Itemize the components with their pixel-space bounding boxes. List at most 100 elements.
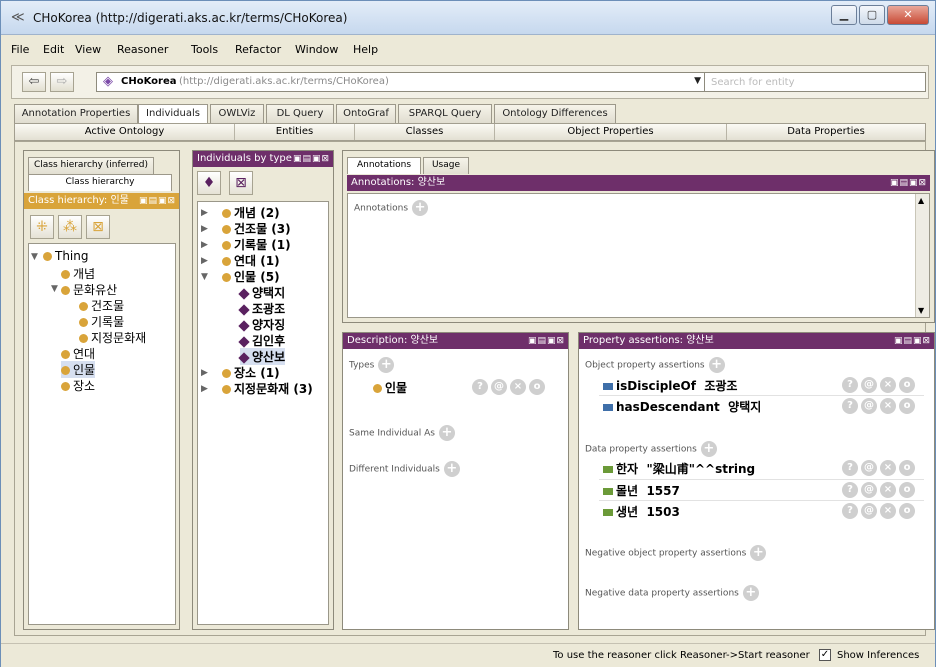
add-same-individual-icon[interactable]: + bbox=[438, 425, 455, 441]
edit-icon[interactable]: o bbox=[529, 379, 545, 395]
delete-icon[interactable]: × bbox=[880, 398, 896, 414]
expand-thing-icon[interactable]: ▼ bbox=[31, 252, 38, 262]
subtab-active-ontology[interactable]: Active Ontology bbox=[15, 124, 235, 140]
edit-icon[interactable]: o bbox=[899, 482, 915, 498]
subtab-data-properties[interactable]: Data Properties bbox=[727, 124, 925, 140]
annotate-icon[interactable]: @ bbox=[861, 460, 877, 476]
data-assertion-row[interactable]: 생년 1503 bbox=[603, 503, 680, 520]
type-group-period[interactable]: 연대 (1) bbox=[222, 252, 280, 269]
edit-icon[interactable]: o bbox=[899, 460, 915, 476]
class-node-thing[interactable]: Thing bbox=[43, 249, 89, 263]
explain-icon[interactable]: ? bbox=[472, 379, 488, 395]
expand-group-icon[interactable]: ▶ bbox=[201, 208, 208, 218]
menu-edit[interactable]: Edit bbox=[43, 43, 64, 56]
tab-class-hierarchy[interactable]: Class hierarchy bbox=[28, 174, 172, 191]
edit-icon[interactable]: o bbox=[899, 398, 915, 414]
back-button[interactable]: ⇦ bbox=[22, 72, 46, 92]
class-node-record[interactable]: 기록물 bbox=[79, 313, 124, 330]
tab-usage[interactable]: Usage bbox=[423, 157, 469, 174]
subtab-classes[interactable]: Classes bbox=[355, 124, 495, 140]
tab-dl-query[interactable]: DL Query bbox=[266, 104, 334, 123]
expand-group-icon[interactable]: ▶ bbox=[201, 256, 208, 266]
type-group-record[interactable]: 기록물 (1) bbox=[222, 236, 291, 253]
scroll-down-icon[interactable]: ▼ bbox=[918, 306, 924, 315]
menu-refactor[interactable]: Refactor bbox=[235, 43, 281, 56]
panel-controls-icon[interactable]: ▣▤▣⊠ bbox=[890, 175, 927, 191]
add-annotation-icon[interactable]: + bbox=[412, 200, 429, 216]
collapse-group-icon[interactable]: ▼ bbox=[201, 272, 208, 282]
show-inferences-checkbox[interactable]: ✓ bbox=[819, 649, 831, 661]
individual-item-selected[interactable]: 양산보 bbox=[238, 348, 286, 365]
add-sibling-button[interactable]: ⁂ bbox=[58, 215, 82, 239]
object-assertion-row[interactable]: hasDescendant 양택지 bbox=[603, 398, 761, 415]
class-node-designated-heritage[interactable]: 지정문화재 bbox=[79, 329, 146, 346]
expand-heritage-icon[interactable]: ▼ bbox=[51, 284, 58, 294]
subtab-object-properties[interactable]: Object Properties bbox=[495, 124, 727, 140]
scroll-up-icon[interactable]: ▲ bbox=[918, 196, 924, 205]
close-button[interactable]: ✕ bbox=[887, 5, 929, 25]
edit-icon[interactable]: o bbox=[899, 503, 915, 519]
annotate-icon[interactable]: @ bbox=[861, 482, 877, 498]
explain-icon[interactable]: ? bbox=[842, 482, 858, 498]
type-group-person[interactable]: 인물 (5) bbox=[222, 268, 280, 285]
individual-item[interactable]: 조광조 bbox=[238, 300, 285, 317]
menu-view[interactable]: View bbox=[75, 43, 101, 56]
subtab-entities[interactable]: Entities bbox=[235, 124, 355, 140]
delete-icon[interactable]: × bbox=[880, 460, 896, 476]
add-data-assertion-icon[interactable]: + bbox=[700, 441, 717, 457]
annotate-icon[interactable]: @ bbox=[861, 398, 877, 414]
add-subclass-button[interactable]: ⁜ bbox=[30, 215, 54, 239]
delete-icon[interactable]: × bbox=[880, 377, 896, 393]
data-assertion-row[interactable]: 한자 "梁山甫"^^string bbox=[603, 460, 755, 477]
delete-icon[interactable]: × bbox=[510, 379, 526, 395]
type-group-concept[interactable]: 개념 (2) bbox=[222, 204, 280, 221]
menu-reasoner[interactable]: Reasoner bbox=[117, 43, 168, 56]
individual-item[interactable]: 양택지 bbox=[238, 284, 285, 301]
individual-item[interactable]: 김인후 bbox=[238, 332, 285, 349]
annotate-icon[interactable]: @ bbox=[861, 503, 877, 519]
explain-icon[interactable]: ? bbox=[842, 377, 858, 393]
type-group-building[interactable]: 건조물 (3) bbox=[222, 220, 291, 237]
add-object-assertion-icon[interactable]: + bbox=[708, 357, 725, 373]
menu-help[interactable]: Help bbox=[353, 43, 378, 56]
add-type-icon[interactable]: + bbox=[378, 357, 395, 373]
expand-group-icon[interactable]: ▶ bbox=[201, 368, 208, 378]
delete-icon[interactable]: × bbox=[880, 482, 896, 498]
class-node-period[interactable]: 연대 bbox=[61, 345, 95, 362]
delete-class-button[interactable]: ⊠ bbox=[86, 215, 110, 239]
add-different-individual-icon[interactable]: + bbox=[443, 461, 460, 477]
type-group-place[interactable]: 장소 (1) bbox=[222, 364, 280, 381]
individual-item[interactable]: 양자징 bbox=[238, 316, 285, 333]
object-assertion-row[interactable]: isDiscipleOf 조광조 bbox=[603, 377, 737, 394]
menu-window[interactable]: Window bbox=[295, 43, 338, 56]
explain-icon[interactable]: ? bbox=[842, 398, 858, 414]
tab-owlviz[interactable]: OWLViz bbox=[210, 104, 264, 123]
tab-annotations[interactable]: Annotations bbox=[347, 157, 421, 174]
forward-button[interactable]: ⇨ bbox=[50, 72, 74, 92]
tab-individuals[interactable]: Individuals bbox=[138, 104, 208, 124]
class-node-place[interactable]: 장소 bbox=[61, 377, 95, 394]
expand-group-icon[interactable]: ▶ bbox=[201, 384, 208, 394]
minimize-button[interactable]: ▁ bbox=[831, 5, 857, 25]
tab-class-hierarchy-inferred[interactable]: Class hierarchy (inferred) bbox=[28, 157, 154, 174]
annotate-icon[interactable]: @ bbox=[491, 379, 507, 395]
add-negative-object-icon[interactable]: + bbox=[750, 545, 767, 561]
class-node-building[interactable]: 건조물 bbox=[79, 297, 124, 314]
explain-icon[interactable]: ? bbox=[842, 503, 858, 519]
panel-controls-icon[interactable]: ▣▤▣⊠ bbox=[528, 333, 565, 349]
annotate-icon[interactable]: @ bbox=[861, 377, 877, 393]
type-group-designated-heritage[interactable]: 지정문화재 (3) bbox=[222, 380, 313, 397]
active-ontology-selector[interactable]: ◈ CHoKorea (http://digerati.aks.ac.kr/te… bbox=[96, 72, 708, 92]
expand-group-icon[interactable]: ▶ bbox=[201, 224, 208, 234]
add-individual-button[interactable]: ♦ bbox=[197, 171, 221, 195]
data-assertion-row[interactable]: 몰년 1557 bbox=[603, 482, 680, 499]
scrollbar[interactable]: ▲ ▼ bbox=[915, 194, 929, 317]
class-node-person[interactable]: 인물 bbox=[61, 361, 96, 378]
type-entry[interactable]: 인물 bbox=[373, 379, 407, 396]
tab-annotation-properties[interactable]: Annotation Properties bbox=[14, 104, 138, 123]
expand-group-icon[interactable]: ▶ bbox=[201, 240, 208, 250]
add-negative-data-icon[interactable]: + bbox=[742, 585, 759, 601]
menu-tools[interactable]: Tools bbox=[191, 43, 218, 56]
class-node-concept[interactable]: 개념 bbox=[61, 265, 95, 282]
menu-file[interactable]: File bbox=[11, 43, 29, 56]
